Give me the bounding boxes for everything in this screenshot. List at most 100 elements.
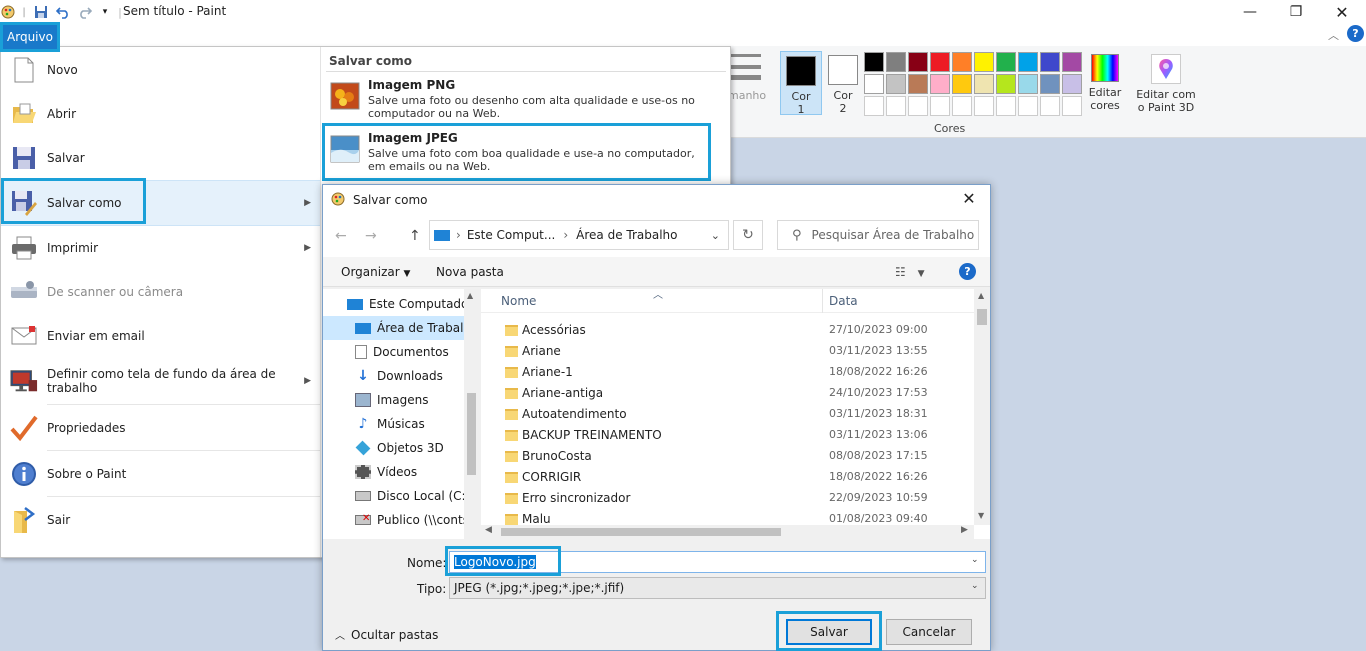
file-list-vertical-scrollbar[interactable]: ▲ ▼ bbox=[974, 289, 990, 525]
palette-swatch[interactable] bbox=[1018, 74, 1038, 94]
nav-item-musicas[interactable]: ♪ Músicas bbox=[323, 412, 464, 436]
nav-item-este-computador[interactable]: Este Computador bbox=[323, 292, 464, 316]
menu-item-scanner[interactable]: De scanner ou câmera bbox=[1, 270, 320, 314]
palette-swatch[interactable] bbox=[1062, 96, 1082, 116]
nav-item-downloads[interactable]: ↓ Downloads bbox=[323, 364, 464, 388]
breadcrumb-este-computador[interactable]: Este Comput... bbox=[467, 228, 556, 242]
organizar-button[interactable]: Organizar ▼ bbox=[341, 265, 410, 279]
scroll-thumb[interactable] bbox=[467, 393, 476, 475]
menu-item-abrir[interactable]: Abrir bbox=[1, 92, 320, 136]
up-arrow-icon[interactable]: ↑ bbox=[409, 228, 421, 244]
view-options-button[interactable]: ☷ ▼ bbox=[895, 265, 925, 279]
scroll-down-icon[interactable]: ▼ bbox=[978, 511, 984, 520]
edit-colors-button[interactable]: Editar cores bbox=[1086, 54, 1124, 112]
scroll-left-icon[interactable]: ◀ bbox=[485, 525, 492, 535]
minimize-icon[interactable]: — bbox=[1227, 0, 1273, 24]
scroll-up-icon[interactable]: ▲ bbox=[978, 291, 984, 300]
refresh-icon[interactable]: ↻ bbox=[733, 220, 763, 250]
scroll-right-icon[interactable]: ▶ bbox=[961, 525, 968, 535]
nav-item-disco-local[interactable]: Disco Local (C:) bbox=[323, 484, 464, 508]
tab-arquivo[interactable]: Arquivo bbox=[0, 22, 60, 52]
close-icon[interactable]: ✕ bbox=[1319, 0, 1365, 24]
file-row[interactable]: Acessórias 27/10/2023 09:00 bbox=[481, 320, 974, 341]
column-header-data[interactable]: Data bbox=[829, 294, 858, 308]
scroll-thumb[interactable] bbox=[501, 528, 781, 536]
palette-swatch[interactable] bbox=[864, 52, 884, 72]
save-as-png[interactable]: Imagem PNG Salve uma foto ou desenho com… bbox=[328, 78, 708, 124]
nav-item-documentos[interactable]: Documentos bbox=[323, 340, 464, 364]
nova-pasta-button[interactable]: Nova pasta bbox=[436, 265, 504, 279]
scroll-thumb[interactable] bbox=[977, 309, 987, 325]
palette-swatch[interactable] bbox=[908, 52, 928, 72]
scroll-up-icon[interactable]: ▲ bbox=[467, 291, 473, 300]
palette-swatch[interactable] bbox=[1040, 74, 1060, 94]
restore-icon[interactable]: ❐ bbox=[1273, 0, 1319, 24]
palette-swatch[interactable] bbox=[974, 52, 994, 72]
palette-swatch[interactable] bbox=[952, 52, 972, 72]
file-row[interactable]: Ariane-1 18/08/2022 16:26 bbox=[481, 362, 974, 383]
file-row[interactable]: Erro sincronizador 22/09/2023 10:59 bbox=[481, 488, 974, 509]
edit-paint3d-button[interactable]: Editar com o Paint 3D bbox=[1136, 54, 1196, 114]
nav-item-imagens[interactable]: Imagens bbox=[323, 388, 464, 412]
file-row[interactable]: BrunoCosta 08/08/2023 17:15 bbox=[481, 446, 974, 467]
palette-swatch[interactable] bbox=[908, 74, 928, 94]
column-header-nome[interactable]: Nome bbox=[501, 294, 536, 308]
search-box[interactable]: ⚲ Pesquisar Área de Trabalho bbox=[777, 220, 979, 250]
ocultar-pastas-toggle[interactable]: ︿ Ocultar pastas bbox=[335, 627, 438, 642]
palette-swatch[interactable] bbox=[952, 96, 972, 116]
menu-item-propriedades[interactable]: Propriedades bbox=[1, 405, 320, 451]
palette-swatch[interactable] bbox=[930, 52, 950, 72]
palette-swatch[interactable] bbox=[864, 96, 884, 116]
collapse-ribbon-icon[interactable]: ︿ bbox=[1328, 27, 1339, 43]
menu-item-definir-fundo[interactable]: Definir como tela de fundo da área de tr… bbox=[1, 358, 320, 404]
customize-quick-access-icon[interactable]: ▾ bbox=[97, 4, 113, 20]
breadcrumb-area-de-trabalho[interactable]: Área de Trabalho bbox=[576, 228, 677, 242]
palette-swatch[interactable] bbox=[996, 52, 1016, 72]
size-tool[interactable]: manho bbox=[728, 54, 770, 102]
palette-swatch[interactable] bbox=[996, 96, 1016, 116]
cancelar-button[interactable]: Cancelar bbox=[886, 619, 972, 645]
palette-swatch[interactable] bbox=[974, 96, 994, 116]
nav-item-area-de-trabalho[interactable]: Área de Trabalho bbox=[323, 316, 464, 340]
nav-item-objetos-3d[interactable]: Objetos 3D bbox=[323, 436, 464, 460]
nav-item-videos[interactable]: Vídeos bbox=[323, 460, 464, 484]
address-bar[interactable]: › Este Comput... › Área de Trabalho ⌄ bbox=[429, 220, 729, 250]
palette-swatch[interactable] bbox=[996, 74, 1016, 94]
palette-swatch[interactable] bbox=[1062, 74, 1082, 94]
save-icon[interactable] bbox=[33, 4, 49, 20]
menu-item-sair[interactable]: Sair bbox=[1, 497, 320, 543]
back-arrow-icon[interactable]: ← bbox=[335, 228, 347, 244]
file-row[interactable]: CORRIGIR 18/08/2022 16:26 bbox=[481, 467, 974, 488]
salvar-button[interactable]: Salvar bbox=[786, 619, 872, 645]
menu-item-enviar-email[interactable]: Enviar em email bbox=[1, 314, 320, 358]
menu-item-sobre[interactable]: Sobre o Paint bbox=[1, 451, 320, 497]
palette-swatch[interactable] bbox=[930, 96, 950, 116]
palette-swatch[interactable] bbox=[886, 96, 906, 116]
file-type-dropdown-icon[interactable]: ⌄ bbox=[971, 581, 979, 591]
dialog-help-icon[interactable]: ? bbox=[959, 263, 976, 280]
file-type-select[interactable]: JPEG (*.jpg;*.jpeg;*.jpe;*.jfif) bbox=[449, 577, 986, 599]
palette-swatch[interactable] bbox=[1018, 96, 1038, 116]
palette-swatch[interactable] bbox=[886, 52, 906, 72]
menu-item-imprimir[interactable]: Imprimir ▶ bbox=[1, 226, 320, 270]
palette-swatch[interactable] bbox=[952, 74, 972, 94]
palette-swatch[interactable] bbox=[908, 96, 928, 116]
color-1-button[interactable]: Cor 1 bbox=[780, 51, 822, 116]
palette-swatch[interactable] bbox=[930, 74, 950, 94]
palette-swatch[interactable] bbox=[1062, 52, 1082, 72]
palette-swatch[interactable] bbox=[1018, 52, 1038, 72]
dialog-close-icon[interactable]: ✕ bbox=[954, 189, 984, 208]
nav-item-publico[interactable]: ✕ Publico (\\conts bbox=[323, 508, 464, 532]
filename-dropdown-icon[interactable]: ⌄ bbox=[971, 555, 979, 565]
palette-swatch[interactable] bbox=[1040, 96, 1060, 116]
file-list-horizontal-scrollbar[interactable]: ◀ ▶ bbox=[481, 525, 974, 539]
menu-item-salvar[interactable]: Salvar bbox=[1, 136, 320, 180]
nav-pane-scrollbar[interactable]: ▲ bbox=[464, 289, 479, 539]
redo-icon[interactable] bbox=[77, 4, 93, 20]
color-2-button[interactable]: Cor 2 bbox=[822, 51, 864, 115]
file-row[interactable]: Ariane 03/11/2023 13:55 bbox=[481, 341, 974, 362]
column-divider[interactable] bbox=[822, 289, 823, 313]
palette-swatch[interactable] bbox=[864, 74, 884, 94]
address-dropdown-icon[interactable]: ⌄ bbox=[711, 229, 720, 242]
palette-swatch[interactable] bbox=[974, 74, 994, 94]
